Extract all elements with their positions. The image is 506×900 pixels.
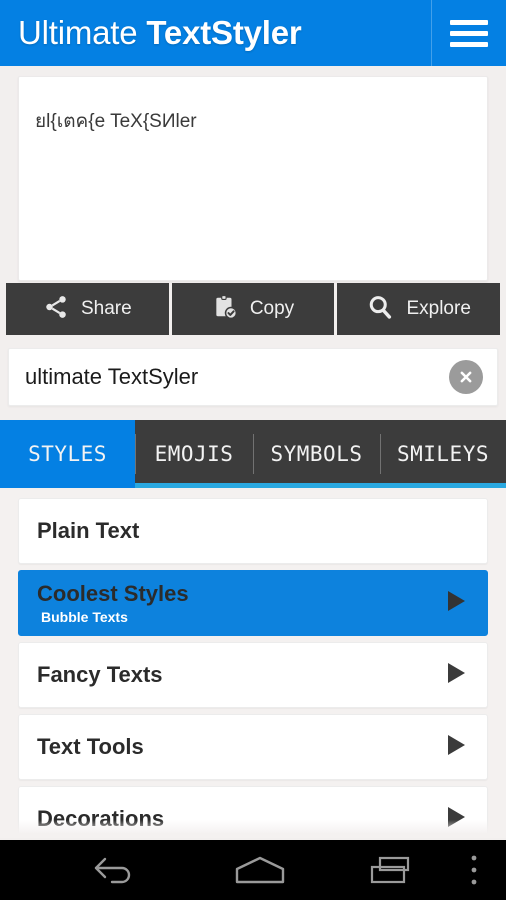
text-input-row (8, 348, 498, 406)
app-screen: Ultimate TextStyler ยl{เตค{e TeX{SИler S… (0, 0, 506, 900)
tab-underline (380, 483, 506, 488)
list-item[interactable]: Text Tools (18, 714, 488, 780)
app-title-light: Ultimate (18, 14, 147, 51)
list-item[interactable]: Fancy Texts (18, 642, 488, 708)
tab-emojis-label: EMOJIS (154, 442, 234, 466)
list-item-title: Text Tools (37, 734, 144, 759)
style-list[interactable]: Plain Text Coolest Styles Bubble Texts F… (0, 490, 506, 838)
magnifier-icon (366, 293, 394, 326)
app-header: Ultimate TextStyler (0, 0, 506, 66)
home-icon[interactable] (190, 840, 330, 900)
tab-smileys[interactable]: SMILEYS (380, 420, 506, 488)
share-button[interactable]: Share (6, 283, 169, 335)
list-item[interactable]: Decorations (18, 786, 488, 838)
category-tabs: STYLES EMOJIS SYMBOLS SMILEYS (0, 420, 506, 488)
list-item[interactable]: Coolest Styles Bubble Texts (18, 570, 488, 636)
tab-symbols-label: SYMBOLS (270, 442, 363, 466)
android-navbar (0, 840, 506, 900)
chevron-right-icon (443, 658, 469, 693)
list-item-title: Coolest Styles (37, 580, 189, 606)
tab-smileys-label: SMILEYS (396, 442, 489, 466)
action-bar: Share Copy Explore (6, 283, 501, 335)
list-item[interactable]: Plain Text (18, 498, 488, 564)
close-circle-icon[interactable] (449, 360, 483, 394)
tab-emojis[interactable]: EMOJIS (135, 420, 253, 488)
back-icon[interactable] (0, 840, 190, 900)
menu-bar-3 (450, 41, 488, 47)
chevron-right-icon (443, 586, 469, 621)
copy-button[interactable]: Copy (171, 283, 335, 335)
hamburger-menu-icon[interactable] (432, 0, 506, 66)
list-item-subtitle: Bubble Texts (41, 608, 128, 625)
share-label: Share (80, 298, 132, 319)
menu-bar-1 (450, 19, 488, 25)
tab-styles[interactable]: STYLES (0, 420, 135, 488)
chevron-right-icon (443, 730, 469, 765)
tab-divider (380, 434, 381, 474)
explore-label: Explore (406, 298, 471, 319)
share-nodes-icon (43, 294, 69, 325)
list-item-title: Fancy Texts (37, 662, 163, 687)
tab-underline (135, 483, 253, 488)
overflow-menu-icon[interactable] (442, 840, 506, 900)
clipboard-check-icon (212, 294, 238, 325)
tab-underline (253, 483, 380, 488)
tab-styles-label: STYLES (28, 442, 107, 466)
styled-text-preview: ยl{เตค{e TeX{SИler (35, 111, 197, 132)
preview-card[interactable]: ยl{เตค{e TeX{SИler (18, 76, 488, 281)
page-title: Ultimate TextStyler (0, 15, 431, 51)
list-item-title: Plain Text (37, 518, 140, 543)
app-title-bold: TextStyler (146, 14, 302, 51)
text-input[interactable] (9, 364, 449, 390)
copy-label: Copy (249, 298, 295, 319)
tab-divider (253, 434, 254, 474)
explore-button[interactable]: Explore (337, 283, 501, 335)
recents-icon[interactable] (330, 840, 442, 900)
chevron-right-icon (443, 802, 469, 837)
menu-bar-2 (450, 30, 488, 36)
tab-divider (135, 434, 136, 474)
tab-symbols[interactable]: SYMBOLS (253, 420, 380, 488)
list-item-title: Decorations (37, 806, 165, 831)
